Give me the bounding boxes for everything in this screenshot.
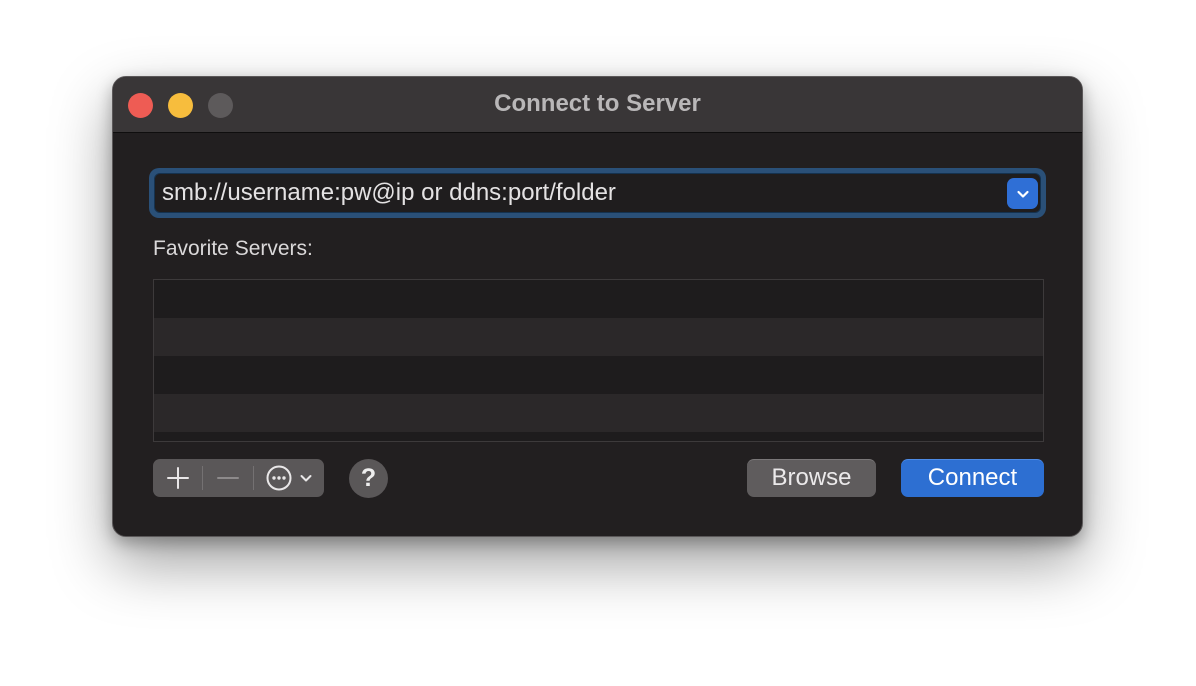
connect-to-server-window: Connect to Server Favorite Servers: [112, 76, 1083, 537]
plus-icon [166, 467, 189, 489]
list-row[interactable] [154, 356, 1043, 394]
connect-button[interactable]: Connect [901, 459, 1044, 497]
window-title: Connect to Server [494, 90, 701, 117]
chevron-down-icon [1016, 190, 1029, 198]
browse-button[interactable]: Browse [747, 459, 876, 497]
list-row[interactable] [154, 394, 1043, 432]
favorite-servers-label: Favorite Servers: [153, 237, 313, 260]
list-row[interactable] [154, 280, 1043, 318]
server-address-input[interactable] [154, 173, 1041, 213]
title-bar: Connect to Server [113, 77, 1082, 133]
list-row[interactable] [154, 318, 1043, 356]
favorite-servers-list[interactable] [153, 279, 1044, 442]
remove-favorite-button[interactable] [203, 459, 253, 497]
recent-servers-dropdown-button[interactable] [1007, 178, 1038, 209]
minus-icon [217, 477, 239, 479]
add-favorite-button[interactable] [153, 459, 202, 497]
ellipsis-circle-icon [266, 465, 292, 491]
more-actions-button[interactable] [254, 459, 324, 497]
favorites-toolbar [153, 459, 324, 497]
chevron-down-icon [300, 475, 312, 482]
help-button[interactable]: ? [349, 459, 388, 498]
